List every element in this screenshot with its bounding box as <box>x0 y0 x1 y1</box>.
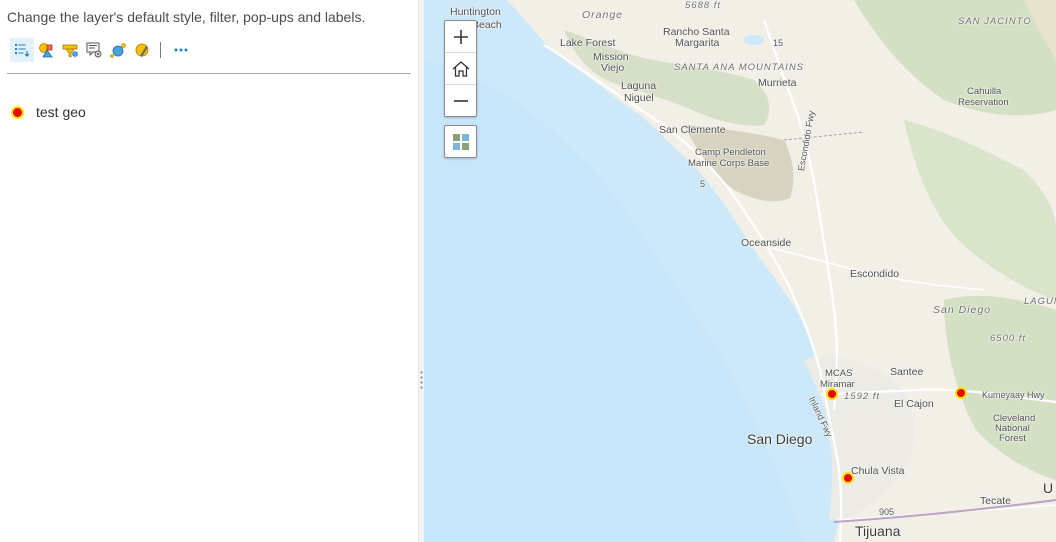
map-label: SAN JACINTO <box>958 16 1032 27</box>
map-label: SANTA ANA MOUNTAINS <box>674 62 805 73</box>
toolbar-divider <box>160 42 161 58</box>
map-point[interactable] <box>955 387 967 399</box>
layer-properties-icon <box>15 44 30 57</box>
plus-icon <box>453 29 468 44</box>
map-label: 5688 ft <box>685 0 722 11</box>
map-label: Marine Corps Base <box>688 158 770 169</box>
map-label: 6500 ft <box>990 333 1027 344</box>
map-label: Miramar <box>820 379 855 390</box>
lake <box>744 35 764 45</box>
map-label: Orange <box>582 9 624 21</box>
map-label: Oceanside <box>741 237 792 249</box>
cluster-points-icon <box>110 43 126 58</box>
map-label: MCAS <box>825 368 853 379</box>
minus-icon <box>453 99 468 102</box>
layer-list-item[interactable]: test geo <box>11 103 86 121</box>
map-label: 5 <box>700 179 706 189</box>
splitter-grip-icon[interactable] <box>420 370 423 390</box>
create-labels-icon <box>135 43 149 57</box>
create-labels-button[interactable] <box>130 38 154 62</box>
layer-toolbar <box>10 37 193 63</box>
map-label: Viejo <box>601 62 625 74</box>
map-label: Escondido <box>850 268 900 280</box>
configure-popup-icon <box>86 42 102 58</box>
map-label: Tecate <box>980 495 1011 507</box>
map-label: El Cajon <box>894 398 934 410</box>
inland-forest-2 <box>904 120 1056 300</box>
map-label: Kumeyaay Hwy <box>982 390 1045 400</box>
map-point[interactable] <box>826 388 838 400</box>
map-label: Margarita <box>675 37 720 49</box>
filter-icon <box>62 44 78 58</box>
map-label: Camp Pendleton <box>695 147 766 158</box>
map-label: Santee <box>890 366 924 378</box>
zoom-controls <box>444 20 477 117</box>
change-style-button[interactable] <box>34 38 58 62</box>
map-label: San Clemente <box>659 124 726 136</box>
map-label: Forest <box>999 433 1026 444</box>
home-button[interactable] <box>445 53 476 85</box>
change-style-icon <box>39 43 53 58</box>
panel-description: Change the layer's default style, filter… <box>7 9 366 25</box>
sr78-road <box>743 241 985 291</box>
map-viewer-app: Change the layer's default style, filter… <box>0 0 1056 542</box>
map-label: 15 <box>773 38 784 48</box>
map-label: 905 <box>879 507 895 517</box>
cluster-points-button[interactable] <box>106 38 130 62</box>
map-label: San Diego <box>747 431 813 447</box>
layer-settings-panel: Change the layer's default style, filter… <box>0 0 418 542</box>
map-label: Laguna <box>621 80 657 92</box>
map-point[interactable] <box>842 472 854 484</box>
home-icon <box>452 60 469 77</box>
map-label: LAGUNA <box>1024 296 1056 307</box>
map-label: Murrieta <box>758 77 797 89</box>
map-label: 1592 ft <box>844 391 881 402</box>
map-label: Cahuilla <box>967 86 1002 97</box>
layer-label: test geo <box>36 104 86 120</box>
point-symbol-icon <box>11 105 24 119</box>
layer-properties-button[interactable] <box>10 38 34 62</box>
map-label: Huntington <box>450 6 501 18</box>
map-label: Niguel <box>624 92 654 104</box>
zoom-in-button[interactable] <box>445 21 476 53</box>
map-view[interactable]: Huntington Beach Orange 5688 ft SAN JACI… <box>424 0 1056 542</box>
more-options-icon <box>174 48 188 52</box>
basemap-gallery-icon <box>452 133 469 150</box>
map-label: U <box>1043 480 1054 496</box>
basemap <box>424 0 1056 542</box>
zoom-out-button[interactable] <box>445 85 476 116</box>
filter-button[interactable] <box>58 38 82 62</box>
map-label: San Diego <box>933 304 992 316</box>
more-options-button[interactable] <box>169 38 193 62</box>
map-label: Tijuana <box>855 523 901 539</box>
configure-popup-button[interactable] <box>82 38 106 62</box>
map-label: Chula Vista <box>851 465 905 477</box>
map-label: Reservation <box>958 97 1009 108</box>
panel-divider <box>7 73 411 74</box>
basemap-toggle-button[interactable] <box>444 125 477 158</box>
military-boundary <box>783 131 865 141</box>
map-label: Lake Forest <box>560 37 616 49</box>
